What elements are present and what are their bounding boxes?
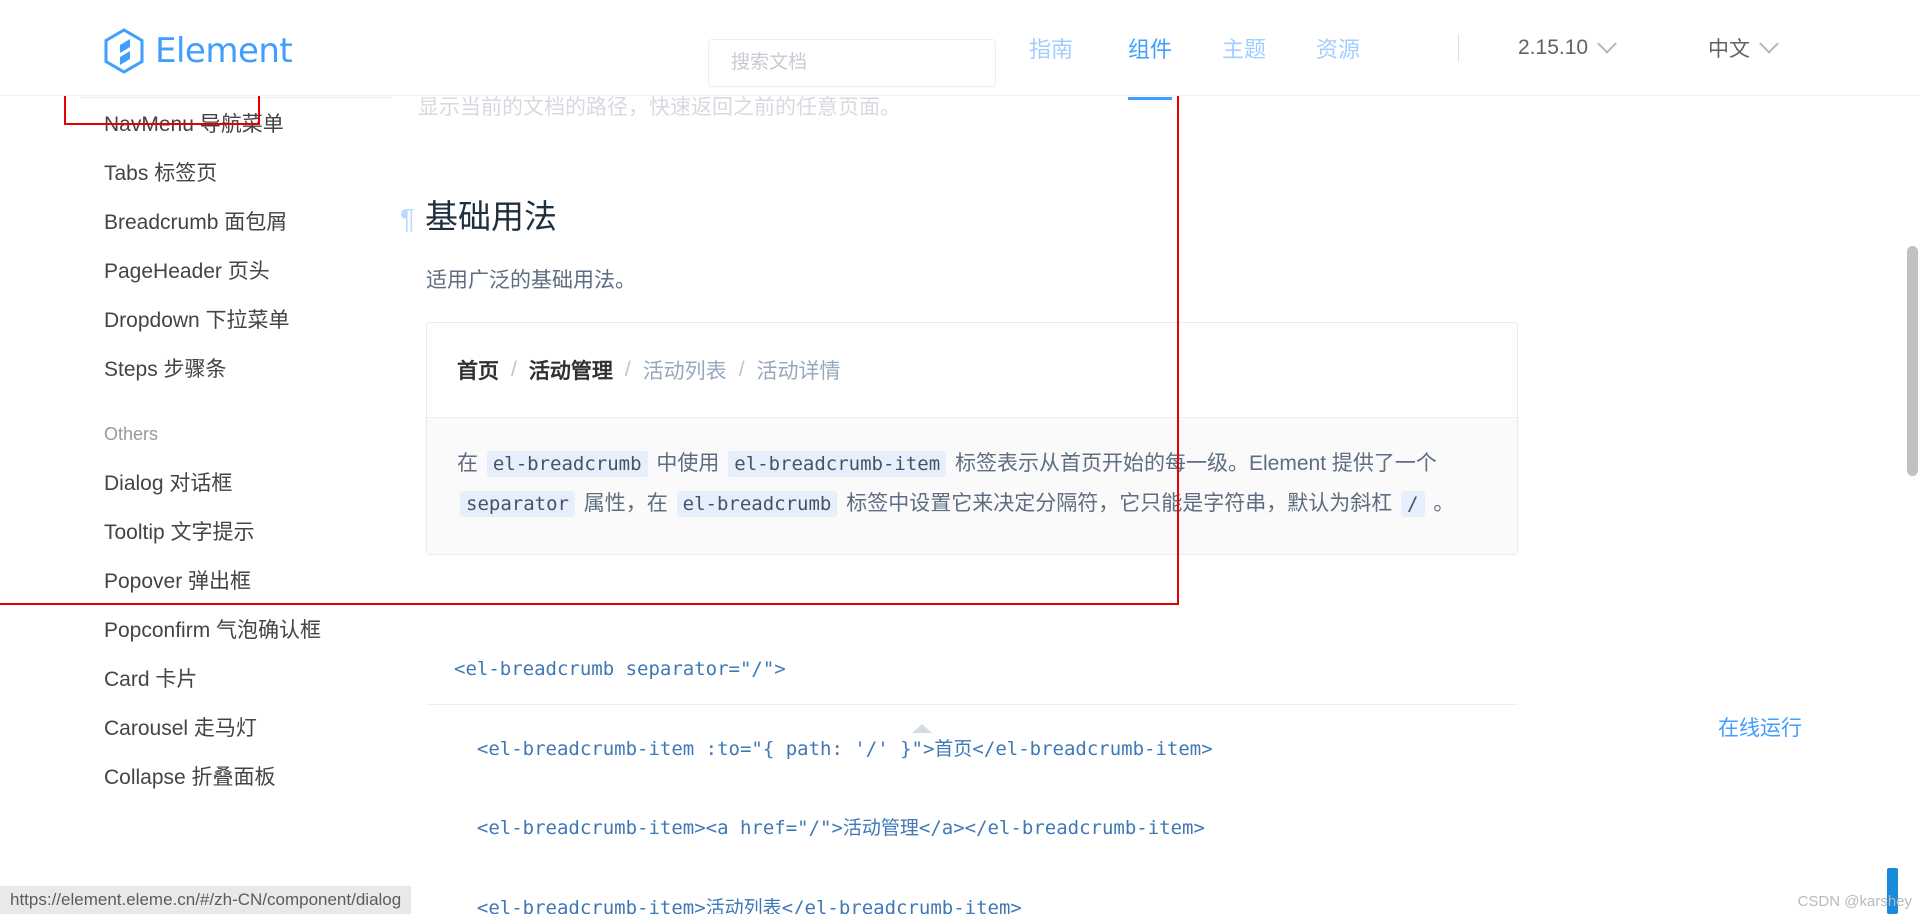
page-scrollbar-track[interactable]	[1904, 96, 1920, 914]
sidebar-item-dialog[interactable]: Dialog 对话框	[0, 459, 392, 508]
sidebar-item-card[interactable]: Card 卡片	[0, 655, 392, 704]
article-body: ¶ 基础用法 适用广泛的基础用法。 首页 / 活动管理 / 活动列表 / 活动详…	[392, 148, 1572, 914]
code-line: <el-breadcrumb separator="/">	[454, 658, 786, 680]
status-bar-url: https://element.eleme.cn/#/zh-CN/compone…	[0, 886, 412, 914]
sidebar-nav: NavMenu 导航菜单 Tabs 标签页 Breadcrumb 面包屑 Pag…	[0, 96, 392, 914]
sidebar-item-carousel[interactable]: Carousel 走马灯	[0, 704, 392, 753]
sidebar-item-steps[interactable]: Steps 步骤条	[0, 345, 392, 394]
section-description: 适用广泛的基础用法。	[426, 269, 636, 292]
nav-link-components[interactable]: 组件	[1128, 32, 1173, 100]
sidebar-item-tabs[interactable]: Tabs 标签页	[0, 149, 392, 198]
breadcrumb-separator: /	[511, 358, 517, 381]
desc-text-1: 在	[457, 452, 478, 475]
site-logo[interactable]: Element	[103, 28, 293, 74]
main-content: 显示当前的文档的路径，快速返回之前的任意页面。 ¶ 基础用法 适用广泛的基础用法…	[392, 96, 1920, 914]
inline-code-slash: /	[1401, 491, 1425, 517]
collapse-code-arrow-icon[interactable]	[912, 724, 932, 733]
logo-text: Element	[155, 31, 293, 71]
site-header: Element 指南 组件 主题 资源 2.15.10 中文	[0, 0, 1920, 100]
code-line: <el-breadcrumb-item :to="{ path: '/' }">…	[454, 737, 1213, 760]
run-online-link[interactable]: 在线运行	[1718, 712, 1802, 742]
version-selector[interactable]: 2.15.10	[1518, 33, 1617, 60]
desc-text-2: 中使用	[656, 452, 720, 475]
nav-link-resource[interactable]: 资源	[1316, 32, 1360, 64]
desc-text-5: 标签中设置它来决定分隔符，它只能是字符串，默认为斜杠	[846, 492, 1393, 515]
breadcrumb-item-home[interactable]: 首页	[457, 355, 499, 385]
version-label: 2.15.10	[1518, 36, 1589, 59]
nav-link-guide[interactable]: 指南	[1029, 32, 1073, 64]
inline-code-el-breadcrumb: el-breadcrumb	[486, 451, 648, 477]
sidebar-item-pageheader[interactable]: PageHeader 页头	[0, 247, 392, 296]
breadcrumb-item-activity-management[interactable]: 活动管理	[529, 355, 613, 385]
chevron-down-icon	[1759, 33, 1779, 54]
sidebar-item-popover[interactable]: Popover 弹出框	[0, 557, 392, 606]
nav-link-components-label: 组件	[1128, 37, 1173, 62]
search-box[interactable]	[708, 39, 996, 87]
code-line: <el-breadcrumb-item>活动列表</el-breadcrumb-…	[454, 896, 1022, 914]
header-divider	[1458, 34, 1459, 62]
desc-text-3: 标签表示从首页开始的每一级。Element 提供了一个	[955, 452, 1437, 475]
page-title: ¶ 基础用法	[400, 190, 1572, 238]
language-label: 中文	[1708, 38, 1750, 61]
sidebar-item-popconfirm[interactable]: Popconfirm 气泡确认框	[0, 606, 392, 655]
inline-code-el-breadcrumb-item: el-breadcrumb-item	[728, 451, 947, 477]
page-scrollbar-thumb[interactable]	[1907, 246, 1918, 476]
inline-code-separator: separator	[460, 491, 575, 517]
sidebar-item-breadcrumb[interactable]: Breadcrumb 面包屑	[0, 198, 392, 247]
watermark: CSDN @karshey	[1797, 893, 1912, 910]
sidebar-item-dropdown[interactable]: Dropdown 下拉菜单	[0, 296, 392, 345]
chevron-down-icon	[1597, 33, 1617, 54]
language-selector[interactable]: 中文	[1708, 33, 1779, 63]
desc-text-6: 。	[1433, 492, 1455, 515]
code-sample: <el-breadcrumb separator="/"> <el-breadc…	[426, 581, 1518, 914]
demo-preview: 首页 / 活动管理 / 活动列表 / 活动详情	[427, 323, 1517, 417]
breadcrumb: 首页 / 活动管理 / 活动列表 / 活动详情	[457, 355, 1487, 385]
search-input[interactable]	[729, 51, 975, 75]
nav-active-underline	[1128, 97, 1173, 100]
inline-code-el-breadcrumb-2: el-breadcrumb	[676, 491, 838, 517]
sidebar-item-collapse[interactable]: Collapse 折叠面板	[0, 753, 392, 802]
breadcrumb-separator: /	[624, 358, 631, 381]
demo-card: 首页 / 活动管理 / 活动列表 / 活动详情 在 el-breadcrumb …	[426, 322, 1518, 555]
previous-section-text: 显示当前的文档的路径，快速返回之前的任意页面。	[418, 96, 901, 119]
breadcrumb-item-activity-list: 活动列表	[642, 360, 727, 383]
nav-link-theme[interactable]: 主题	[1222, 32, 1266, 64]
breadcrumb-item-activity-detail: 活动详情	[756, 360, 841, 383]
code-line: <el-breadcrumb-item><a href="/">活动管理</a>…	[454, 817, 1205, 839]
demo-description: 在 el-breadcrumb 中使用 el-breadcrumb-item 标…	[427, 417, 1517, 554]
demo-footer-divider	[426, 704, 1518, 705]
element-logo-icon	[104, 28, 144, 74]
desc-text-4: 属性，在	[583, 492, 668, 515]
sidebar-item-navmenu[interactable]: NavMenu 导航菜单	[0, 100, 392, 149]
breadcrumb-separator: /	[738, 358, 745, 381]
sidebar-item-tooltip[interactable]: Tooltip 文字提示	[0, 508, 392, 557]
page-title-text: 基础用法	[425, 198, 558, 235]
sidebar-group-others: Others	[104, 424, 159, 444]
pilcrow-icon[interactable]: ¶	[400, 203, 415, 235]
